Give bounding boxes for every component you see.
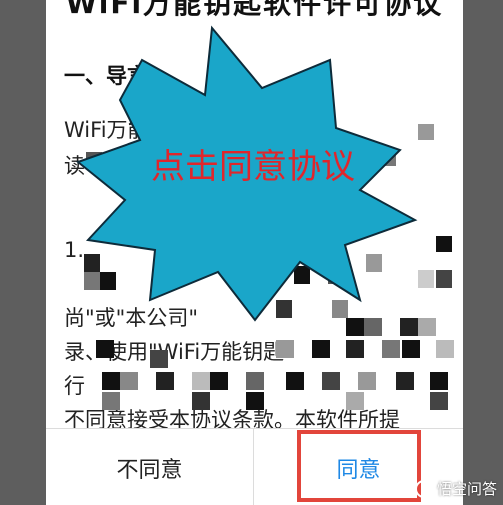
watermark-logo-icon — [414, 479, 433, 498]
watermark: 悟空问答 — [414, 478, 497, 499]
watermark-text: 悟空问答 — [436, 480, 497, 498]
agree-highlight-box — [297, 430, 421, 502]
callout-text: 点击同意协议 — [151, 147, 355, 187]
starburst-callout: 点击同意协议 — [75, 25, 418, 322]
